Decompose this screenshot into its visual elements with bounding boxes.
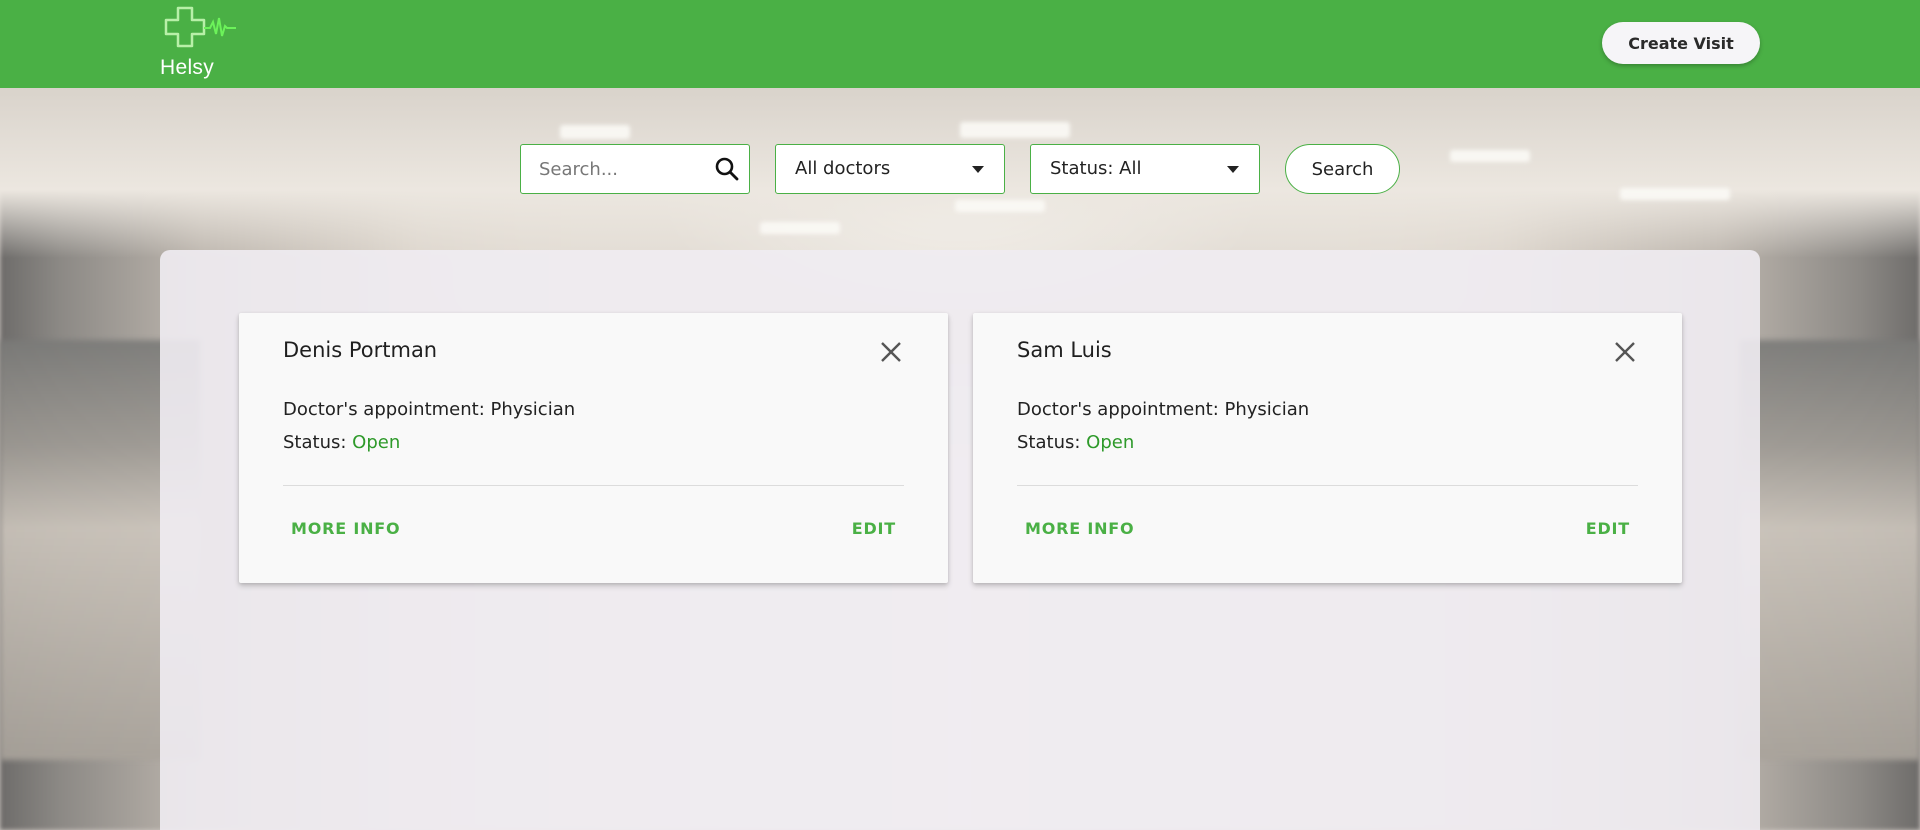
visit-status: Status: Open [283, 432, 400, 453]
more-info-button[interactable]: MORE INFO [1025, 519, 1134, 538]
ceiling-light [560, 125, 630, 139]
patient-name: Sam Luis [1017, 338, 1112, 362]
doctor-select[interactable]: All doctors [775, 144, 1005, 194]
search-input[interactable] [521, 145, 711, 193]
divider [283, 485, 904, 486]
search-icon[interactable] [714, 156, 740, 182]
logo[interactable]: Helsy [158, 4, 238, 84]
chevron-down-icon [1227, 166, 1239, 173]
visit-card: Denis Portman Doctor's appointment: Phys… [239, 313, 948, 583]
search-button[interactable]: Search [1285, 144, 1400, 194]
medical-cross-icon [164, 6, 236, 48]
ceiling-light [1450, 150, 1530, 162]
background-wall-right [1740, 340, 1920, 760]
more-info-button[interactable]: MORE INFO [291, 519, 400, 538]
edit-button[interactable]: EDIT [1586, 519, 1630, 538]
status-select[interactable]: Status: All [1030, 144, 1260, 194]
visit-status: Status: Open [1017, 432, 1134, 453]
ceiling-light [960, 122, 1070, 138]
doctor-select-value: All doctors [795, 158, 891, 179]
visit-card: Sam Luis Doctor's appointment: Physician… [973, 313, 1682, 583]
patient-name: Denis Portman [283, 338, 438, 362]
status-value: Open [352, 432, 401, 453]
divider [1017, 485, 1638, 486]
ceiling-light [1620, 188, 1730, 200]
create-visit-button[interactable]: Create Visit [1602, 22, 1760, 64]
chevron-down-icon [972, 166, 984, 173]
search-field[interactable] [520, 144, 750, 194]
status-label: Status: [1017, 432, 1081, 453]
edit-button[interactable]: EDIT [852, 519, 896, 538]
status-value: Open [1086, 432, 1135, 453]
appointment-type: Doctor's appointment: Physician [1017, 399, 1310, 420]
close-icon[interactable] [878, 339, 904, 365]
status-select-value: Status: All [1050, 158, 1142, 179]
logo-text: Helsy [160, 56, 215, 79]
status-label: Status: [283, 432, 347, 453]
top-header: Helsy Create Visit [0, 0, 1920, 88]
ceiling-light [955, 200, 1045, 212]
appointment-type: Doctor's appointment: Physician [283, 399, 576, 420]
close-icon[interactable] [1612, 339, 1638, 365]
ceiling-light [760, 222, 840, 234]
